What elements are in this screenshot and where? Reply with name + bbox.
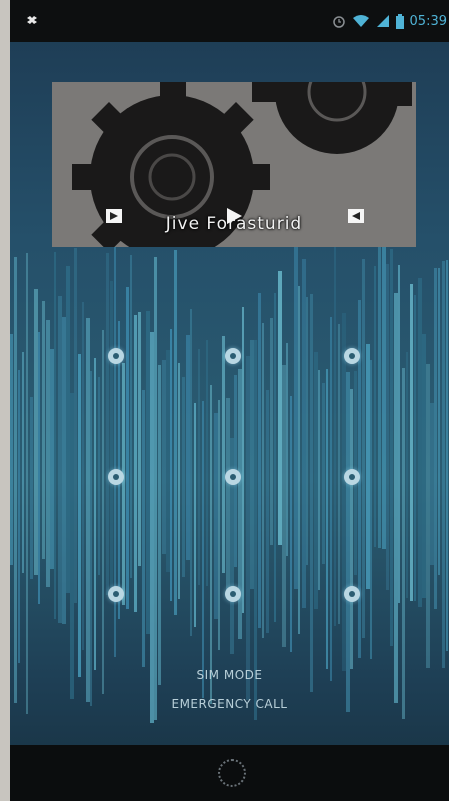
pattern-dot-6[interactable] [344, 469, 360, 485]
emergency-call-button[interactable]: EMERGENCY CALL [10, 697, 449, 711]
battery-icon [395, 13, 404, 29]
status-icons: 05:39 [332, 12, 449, 30]
pattern-dot-4[interactable] [108, 469, 124, 485]
navigation-bar [10, 745, 449, 801]
signal-icon [376, 15, 389, 27]
pattern-dot-1[interactable] [108, 348, 124, 364]
prev-icon [106, 209, 122, 223]
play-icon [227, 208, 242, 224]
status-bar: 05:39 [10, 0, 449, 42]
pattern-dot-9[interactable] [344, 586, 360, 602]
previous-track-button[interactable] [104, 206, 124, 226]
home-ring-icon[interactable] [218, 759, 246, 787]
music-widget: Jive Forasturid [52, 82, 416, 247]
pattern-dot-3[interactable] [344, 348, 360, 364]
wifi-icon [352, 15, 369, 27]
pattern-dot-7[interactable] [108, 586, 124, 602]
phone-screen: 05:39 Jive Forasturid SIM MODE EMERGENCY… [10, 0, 449, 801]
play-button[interactable] [224, 206, 244, 226]
sim-status-label: SIM MODE [196, 668, 263, 682]
pattern-dot-5[interactable] [225, 469, 241, 485]
next-icon [348, 209, 364, 223]
next-track-button[interactable] [346, 206, 366, 226]
pattern-dot-2[interactable] [225, 348, 241, 364]
alarm-icon [332, 16, 345, 28]
dropbox-icon [27, 16, 37, 24]
status-time: 05:39 [409, 13, 447, 29]
pattern-dot-8[interactable] [225, 586, 241, 602]
